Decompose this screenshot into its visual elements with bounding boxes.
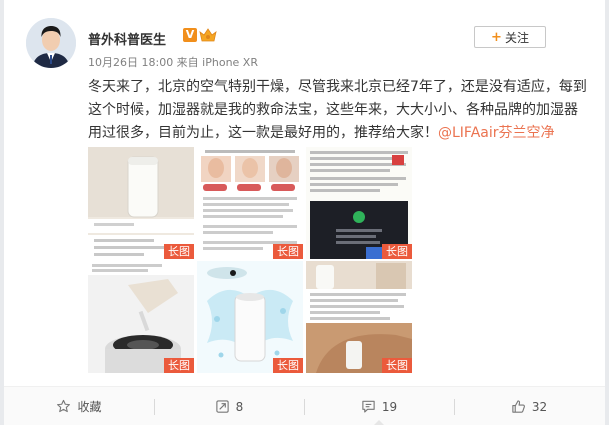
- humidifier-splash-icon: [197, 261, 303, 373]
- thumbnail-4[interactable]: 长图: [88, 261, 194, 373]
- thumbnail-2[interactable]: 长图: [197, 147, 303, 259]
- verified-badge-icon: V: [183, 28, 197, 42]
- comment-icon: [362, 400, 375, 413]
- mention-link[interactable]: @LIFAair芬兰空净: [438, 125, 555, 141]
- long-image-tag: 长图: [164, 358, 194, 373]
- like-button[interactable]: 32: [454, 387, 604, 425]
- thumbnail-3[interactable]: 长图: [306, 147, 412, 259]
- thumbs-up-icon: [512, 400, 525, 413]
- long-image-tag: 长图: [382, 244, 412, 259]
- thumbnail-1[interactable]: 长图: [88, 147, 194, 259]
- faces-article-icon: [197, 147, 303, 259]
- repost-button[interactable]: 8: [154, 387, 304, 425]
- text-article-icon: [306, 147, 412, 259]
- long-image-tag: 长图: [382, 358, 412, 373]
- long-image-tag: 长图: [164, 244, 194, 259]
- follow-label: 关注: [504, 30, 529, 45]
- plus-icon: +: [491, 29, 502, 45]
- action-bar: 收藏 8 19 32: [4, 386, 605, 425]
- author-name[interactable]: 普外科普医生: [88, 29, 166, 48]
- favorite-button[interactable]: 收藏: [4, 387, 154, 425]
- thumbnail-6[interactable]: 长图: [306, 261, 412, 373]
- repost-icon: [215, 400, 229, 413]
- star-icon: [57, 399, 71, 413]
- thumbnail-5[interactable]: 长图: [197, 261, 303, 373]
- comment-button[interactable]: 19: [304, 387, 454, 425]
- repost-count: 8: [235, 399, 244, 414]
- weibo-post-card: 普外科普医生 V + 关注 10月26日 18:00 来自 iPhone XR …: [4, 0, 605, 425]
- follow-button[interactable]: + 关注: [474, 26, 546, 48]
- member-crown-icon: [199, 28, 217, 42]
- long-image-tag: 长图: [273, 244, 303, 259]
- humidifier-room-icon: [306, 261, 412, 373]
- like-count: 32: [531, 399, 548, 414]
- comment-count: 19: [381, 399, 398, 414]
- humidifier-top-icon: [88, 261, 194, 373]
- author-avatar[interactable]: [26, 18, 76, 68]
- long-image-tag: 长图: [273, 358, 303, 373]
- humidifier-photo-icon: [88, 147, 194, 259]
- image-grid: 长图 长图 长图 长图 长图 长图: [88, 147, 412, 393]
- post-meta[interactable]: 10月26日 18:00 来自 iPhone XR: [88, 54, 258, 70]
- post-text: 冬天来了，北京的空气特别干燥，尽管我来北京已经7年了，还是没有适应，每到这个时候…: [88, 76, 588, 145]
- favorite-label: 收藏: [77, 400, 102, 414]
- page-scrollbar[interactable]: [605, 0, 609, 425]
